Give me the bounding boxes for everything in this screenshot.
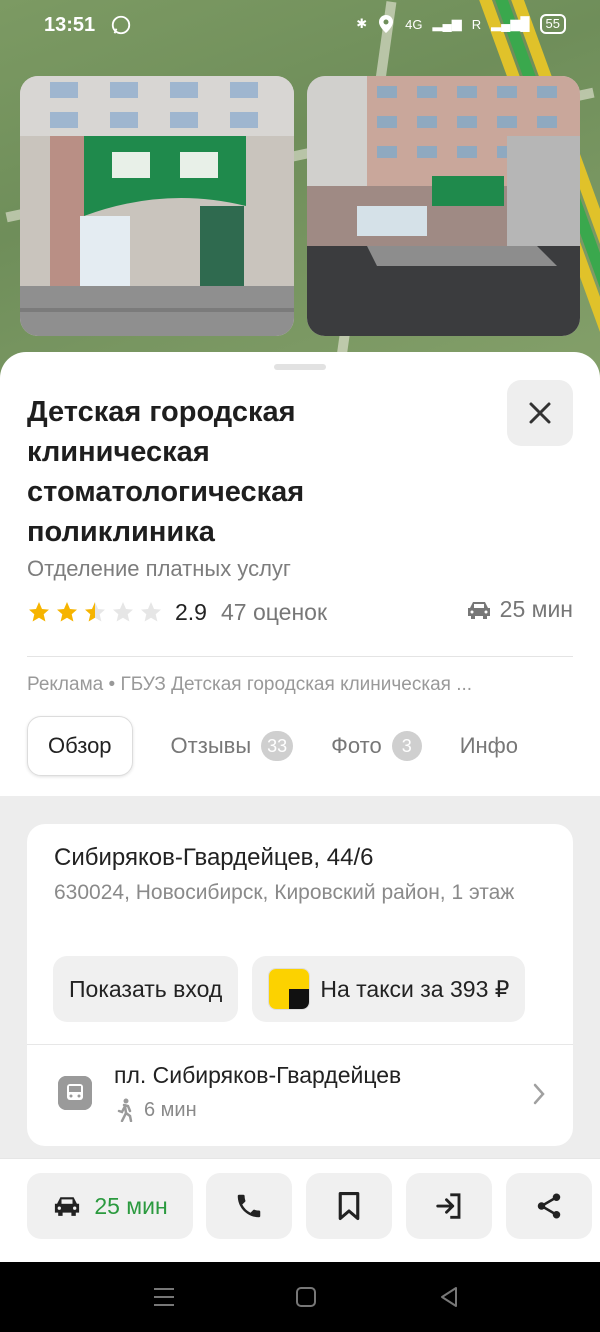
tab-reviews[interactable]: Отзывы 33: [171, 731, 294, 761]
place-title: Детская городская клиническая стоматолог…: [27, 396, 305, 548]
rating-row: 2.9 47 оценок 25 мин: [27, 596, 573, 628]
share-icon: [537, 1193, 561, 1219]
star-empty-icon: [141, 602, 161, 622]
divider: [27, 1044, 573, 1045]
star-half-icon: [85, 602, 105, 622]
tab-label: Инфо: [459, 733, 519, 758]
location-icon: [379, 15, 394, 33]
phone-icon: [237, 1194, 261, 1218]
place-card-sheet: Детская городская клиническая стоматолог…: [0, 352, 600, 1263]
chevron-right-icon: [533, 1083, 545, 1105]
bluetooth-icon: ✱: [356, 16, 368, 31]
button-label: Показать вход: [69, 975, 223, 1002]
route-button[interactable]: 25 мин: [27, 1173, 193, 1239]
drag-handle[interactable]: [274, 364, 326, 370]
home-icon[interactable]: [295, 1286, 317, 1308]
taxi-button[interactable]: На такси за 393 ₽: [252, 956, 526, 1022]
tab-label: Фото: [331, 733, 382, 758]
close-button[interactable]: [507, 380, 573, 446]
content-area: Сибиряков-Гвардейцев, 44/6 630024, Новос…: [0, 796, 600, 1176]
signal-icon: ▂▄▆: [432, 16, 462, 31]
close-icon: [529, 402, 551, 424]
star-full-icon: [57, 602, 77, 622]
system-nav-bar: [0, 1262, 600, 1332]
star-empty-icon: [113, 602, 133, 622]
place-category: Отделение платных услуг: [27, 556, 291, 581]
address-details: 630024, Новосибирск, Кировский район, 1 …: [54, 881, 515, 904]
battery-icon: 55: [539, 14, 566, 34]
yandex-taxi-icon: [268, 968, 311, 1010]
place-photo[interactable]: [20, 76, 294, 336]
ad-text: ГБУЗ Детская городская клиническая ...: [120, 674, 473, 695]
call-button[interactable]: [206, 1173, 292, 1239]
whatsapp-icon: [111, 15, 131, 35]
tab-badge: 33: [261, 731, 294, 761]
entrance-button[interactable]: [406, 1173, 492, 1239]
network-type: 4G: [405, 16, 423, 32]
address-actions: Показать вход На такси за 393 ₽: [53, 956, 526, 1022]
car-icon: [467, 601, 490, 619]
car-eta[interactable]: 25 мин: [466, 596, 573, 623]
tab-label: Обзор: [48, 733, 112, 758]
status-bar: 13:51 ✱ 4G ▂▄▆ R ▂▄▆█ 55: [0, 0, 600, 52]
enter-icon: [436, 1193, 461, 1219]
bookmark-button[interactable]: [306, 1173, 392, 1239]
walking-icon: [117, 1098, 133, 1122]
tab-photos[interactable]: Фото 3: [331, 731, 422, 761]
star-full-icon: [29, 602, 49, 622]
ad-dot: •: [108, 674, 121, 695]
action-bar: 25 мин: [0, 1158, 600, 1263]
address-street[interactable]: Сибиряков-Гвардейцев, 44/6: [54, 844, 373, 872]
rating-stars[interactable]: [27, 600, 163, 624]
share-button[interactable]: [506, 1173, 592, 1239]
button-label: На такси за 393 ₽: [320, 975, 510, 1002]
tab-overview[interactable]: Обзор: [27, 716, 133, 776]
walk-time-text: 6 мин: [144, 1098, 197, 1121]
status-icons: ✱ 4G ▂▄▆ R ▂▄▆█ 55: [356, 14, 566, 34]
stop-name: пл. Сибиряков-Гвардейцев: [114, 1062, 402, 1088]
car-icon: [55, 1197, 80, 1216]
building-photo-image: [307, 76, 580, 336]
tab-bar: Обзор Отзывы 33 Фото 3 Инфо: [27, 716, 556, 776]
car-eta-text: 25 мин: [499, 596, 573, 622]
place-photo[interactable]: [307, 76, 580, 336]
advertisement[interactable]: Реклама • ГБУЗ Детская городская клиниче…: [27, 674, 573, 696]
menu-icon[interactable]: [152, 1286, 176, 1308]
status-time: 13:51: [44, 14, 96, 36]
rating-value: 2.9: [175, 598, 207, 625]
map-view[interactable]: 13:51 ✱ 4G ▂▄▆ R ▂▄▆█ 55: [0, 0, 600, 380]
address-card: Сибиряков-Гвардейцев, 44/6 630024, Новос…: [27, 824, 573, 1146]
tab-label: Отзывы: [170, 733, 252, 758]
route-time: 25 мин: [94, 1192, 168, 1219]
reviews-count[interactable]: 47 оценок: [221, 599, 327, 626]
walk-time: 6 мин: [114, 1098, 197, 1122]
tab-badge: 3: [391, 731, 422, 761]
nearest-stop[interactable]: пл. Сибиряков-Гвардейцев 6 мин: [54, 1060, 546, 1132]
bookmark-icon: [338, 1191, 360, 1221]
tab-info[interactable]: Инфо: [460, 733, 518, 759]
building-photo-image: [20, 76, 294, 336]
ad-label: Реклама: [27, 674, 104, 695]
divider: [27, 656, 573, 657]
back-icon[interactable]: [438, 1286, 460, 1308]
signal-icon: ▂▄▆█: [491, 16, 530, 31]
show-entrance-button[interactable]: Показать вход: [53, 956, 239, 1022]
bus-icon: [58, 1076, 92, 1110]
roaming-indicator: R: [471, 16, 482, 32]
